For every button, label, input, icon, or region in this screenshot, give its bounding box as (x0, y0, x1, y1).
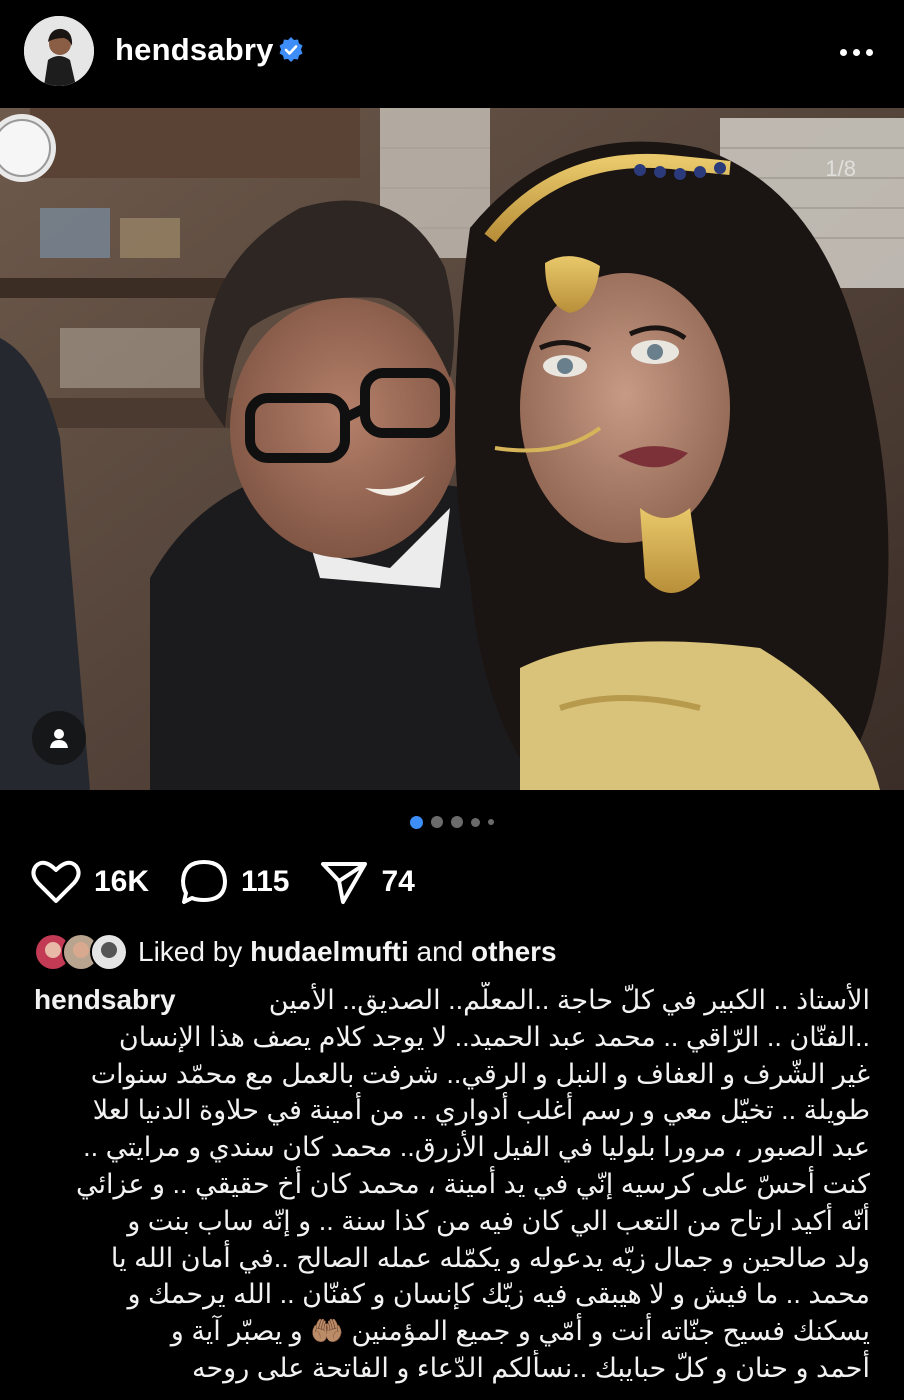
like-button[interactable]: 16K (30, 859, 149, 905)
carousel-dot (451, 816, 463, 828)
share-button[interactable]: 74 (319, 859, 415, 905)
shares-count: 74 (381, 865, 415, 898)
caption-line: غير الشّرف و العفاف و النبل و الرقي.. شر… (90, 1058, 870, 1089)
liked-by-row[interactable]: Liked by hudaelmufti and others (34, 932, 557, 972)
action-bar: 16K 115 74 (30, 855, 445, 909)
liked-by-user[interactable]: hudaelmufti (250, 936, 409, 967)
caption-line: يسكنك فسيح جنّاته أنت و أمّي و جميع المؤ… (170, 1316, 870, 1347)
post-caption: hendsabry الأستاذ .. الكبير في كلّ حاجة … (34, 982, 870, 1387)
carousel-dot (431, 816, 443, 828)
send-icon (321, 862, 368, 904)
caption-line: أحمد و حنان و كلّ حبايبك ..نسألكم الدّعا… (192, 1352, 870, 1383)
post-image[interactable]: 1/8 (0, 108, 904, 790)
carousel-dot (471, 817, 480, 827)
carousel-dot (488, 819, 494, 825)
verified-badge-icon (277, 36, 305, 64)
person-icon (50, 729, 68, 748)
caption-line: عبد الصبور ، مرورا بلوليا في الفيل الأزر… (83, 1132, 870, 1163)
caption-line: ولد صالحين و جمال زيّه يدعوله و يكمّله ع… (110, 1242, 870, 1273)
comment-icon (181, 860, 228, 904)
carousel-indicator (0, 815, 904, 829)
image-counter: 1/8 (825, 156, 856, 181)
profile-avatar[interactable] (24, 16, 94, 86)
liked-by-others[interactable]: others (471, 936, 557, 967)
caption-line: ..الفنّان .. الرّاقي .. محمد عبد الحميد.… (118, 1021, 870, 1052)
caption-line: محمد .. ما فيش و لا هيبقى فيه زيّك كإنسا… (127, 1279, 870, 1310)
caption-line: طويلة .. تخيّل معي و رسم أغلب أدواري .. … (92, 1095, 870, 1126)
post-username[interactable]: hendsabry (115, 32, 274, 68)
tagged-people-button[interactable] (32, 711, 86, 765)
more-options-icon[interactable] (836, 40, 876, 64)
liker-avatar (90, 933, 128, 971)
liked-by-text: Liked by hudaelmufti and others (138, 936, 557, 967)
comments-count: 115 (241, 865, 290, 898)
comment-button[interactable]: 115 (179, 858, 289, 906)
carousel-dot (410, 815, 423, 829)
caption-line: أنّه أكيد ارتاح من التعب الي كان فيه من … (127, 1205, 870, 1236)
heart-icon (31, 860, 81, 903)
caption-line: كنت أحسّ على كرسيه إنّي في يد أمينة ، مح… (75, 1168, 870, 1199)
likes-count: 16K (94, 865, 150, 898)
caption-line: hendsabry الأستاذ .. الكبير في كلّ حاجة … (34, 982, 870, 1019)
caption-username[interactable]: hendsabry (34, 982, 176, 1019)
post-header: hendsabry (0, 0, 904, 108)
